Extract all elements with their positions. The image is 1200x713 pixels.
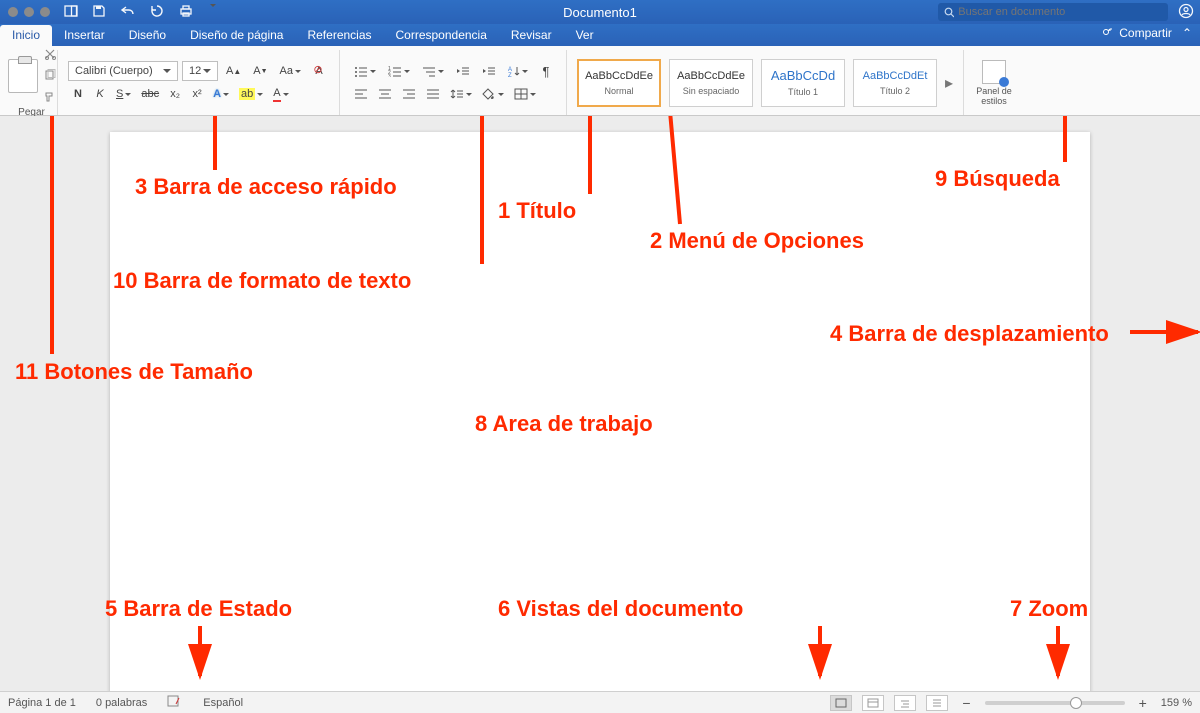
search-box[interactable] — [938, 3, 1168, 21]
print-icon[interactable] — [178, 4, 194, 21]
style-no-spacing[interactable]: AaBbCcDdEeSin espaciado — [669, 59, 753, 107]
zoom-value[interactable]: 159 % — [1161, 697, 1192, 709]
shading-button[interactable] — [478, 84, 508, 104]
zoom-slider[interactable] — [985, 701, 1125, 705]
document-title: Documento1 — [563, 5, 637, 20]
highlight-button[interactable]: ab — [235, 84, 267, 104]
view-print-layout-button[interactable] — [830, 695, 852, 711]
tab-referencias[interactable]: Referencias — [295, 25, 383, 46]
paste-icon[interactable] — [8, 59, 38, 93]
justify-button[interactable] — [422, 84, 444, 104]
indent-increase-button[interactable] — [478, 61, 500, 81]
document-page[interactable] — [110, 132, 1090, 691]
status-words[interactable]: 0 palabras — [96, 697, 147, 709]
strike-button[interactable]: abc — [137, 84, 163, 104]
styles-pane-icon — [982, 60, 1006, 84]
indent-decrease-button[interactable] — [452, 61, 474, 81]
tab-correspondencia[interactable]: Correspondencia — [384, 25, 499, 46]
status-language[interactable]: Español — [203, 697, 243, 709]
styles-pane-label: Panel de estilos — [974, 86, 1014, 106]
tab-revisar[interactable]: Revisar — [499, 25, 564, 46]
cut-icon[interactable] — [44, 48, 56, 63]
numbering-button[interactable]: 123 — [384, 61, 414, 81]
font-group: Calibri (Cuerpo) 12 A▲ A▼ Aa A⊘ N K S ab… — [58, 50, 340, 115]
repeat-icon[interactable] — [150, 4, 164, 21]
share-label: Compartir — [1119, 26, 1172, 40]
status-spellcheck-icon[interactable] — [167, 695, 183, 710]
line-spacing-button[interactable] — [446, 84, 476, 104]
superscript-button[interactable]: x² — [187, 84, 207, 104]
styles-more-icon[interactable]: ▸ — [945, 73, 953, 93]
paragraph-group: 123 AZ ¶ — [340, 50, 567, 115]
align-center-button[interactable] — [374, 84, 396, 104]
font-size-select[interactable]: 12 — [182, 61, 218, 81]
subscript-button[interactable]: x₂ — [165, 84, 185, 104]
shrink-font-button[interactable]: A▼ — [249, 61, 271, 81]
tab-diseno-pagina[interactable]: Diseño de página — [178, 25, 295, 46]
tab-ver[interactable]: Ver — [564, 25, 606, 46]
clipboard-group: Pegar — [6, 50, 58, 115]
view-web-layout-button[interactable] — [862, 695, 884, 711]
align-right-button[interactable] — [398, 84, 420, 104]
view-draft-button[interactable] — [926, 695, 948, 711]
share-button[interactable]: Compartir ⌃ — [1101, 26, 1192, 40]
account-icon[interactable] — [1178, 3, 1194, 22]
italic-button[interactable]: K — [90, 84, 110, 104]
change-case-button[interactable]: Aa — [276, 61, 305, 81]
status-bar: Página 1 de 1 0 palabras Español − + 159… — [0, 691, 1200, 713]
grow-font-button[interactable]: A▲ — [222, 61, 245, 81]
font-name-select[interactable]: Calibri (Cuerpo) — [68, 61, 178, 81]
maximize-window-icon[interactable] — [40, 7, 50, 17]
clear-format-button[interactable]: A⊘ — [309, 61, 329, 81]
status-page[interactable]: Página 1 de 1 — [8, 697, 76, 709]
window-controls — [0, 7, 50, 17]
style-normal[interactable]: AaBbCcDdEeNormal — [577, 59, 661, 107]
tab-insertar[interactable]: Insertar — [52, 25, 117, 46]
qat-customize-icon[interactable] — [208, 5, 216, 19]
sort-button[interactable]: AZ — [504, 61, 532, 81]
svg-text:Z: Z — [508, 73, 512, 77]
minimize-window-icon[interactable] — [24, 7, 34, 17]
share-icon — [1101, 26, 1115, 40]
multilevel-button[interactable] — [418, 61, 448, 81]
save-icon[interactable] — [92, 4, 106, 21]
show-marks-button[interactable]: ¶ — [536, 61, 556, 81]
copy-icon[interactable] — [44, 69, 56, 84]
bullets-button[interactable] — [350, 61, 380, 81]
styles-group: AaBbCcDdEeNormal AaBbCcDdEeSin espaciado… — [567, 50, 964, 115]
ribbon: Pegar Calibri (Cuerpo) 12 A▲ A▼ Aa A⊘ N … — [0, 46, 1200, 116]
undo-icon[interactable] — [120, 4, 136, 21]
borders-button[interactable] — [510, 84, 540, 104]
title-bar: Documento1 — [0, 0, 1200, 24]
styles-pane-button[interactable]: Panel de estilos — [964, 50, 1024, 115]
workspace: 1 Título 2 Menú de Opciones 3 Barra de a… — [0, 116, 1200, 691]
tab-inicio[interactable]: Inicio — [0, 25, 52, 46]
autosave-icon[interactable] — [64, 4, 78, 21]
align-left-button[interactable] — [350, 84, 372, 104]
search-input[interactable] — [958, 6, 1162, 18]
svg-text:3: 3 — [388, 74, 391, 77]
zoom-in-button[interactable]: + — [1135, 695, 1151, 711]
underline-button[interactable]: S — [112, 84, 135, 104]
format-painter-icon[interactable] — [44, 90, 56, 105]
style-heading1[interactable]: AaBbCcDdTítulo 1 — [761, 59, 845, 107]
tab-diseno[interactable]: Diseño — [117, 25, 178, 46]
close-window-icon[interactable] — [8, 7, 18, 17]
text-effects-button[interactable]: A — [209, 84, 233, 104]
font-color-button[interactable]: A — [269, 84, 292, 104]
zoom-out-button[interactable]: − — [958, 695, 974, 711]
search-icon — [944, 7, 954, 18]
ribbon-tabs: Inicio Insertar Diseño Diseño de página … — [0, 24, 1200, 46]
bold-button[interactable]: N — [68, 84, 88, 104]
view-outline-button[interactable] — [894, 695, 916, 711]
style-heading2[interactable]: AaBbCcDdEtTítulo 2 — [853, 59, 937, 107]
quick-access-toolbar — [64, 4, 216, 21]
